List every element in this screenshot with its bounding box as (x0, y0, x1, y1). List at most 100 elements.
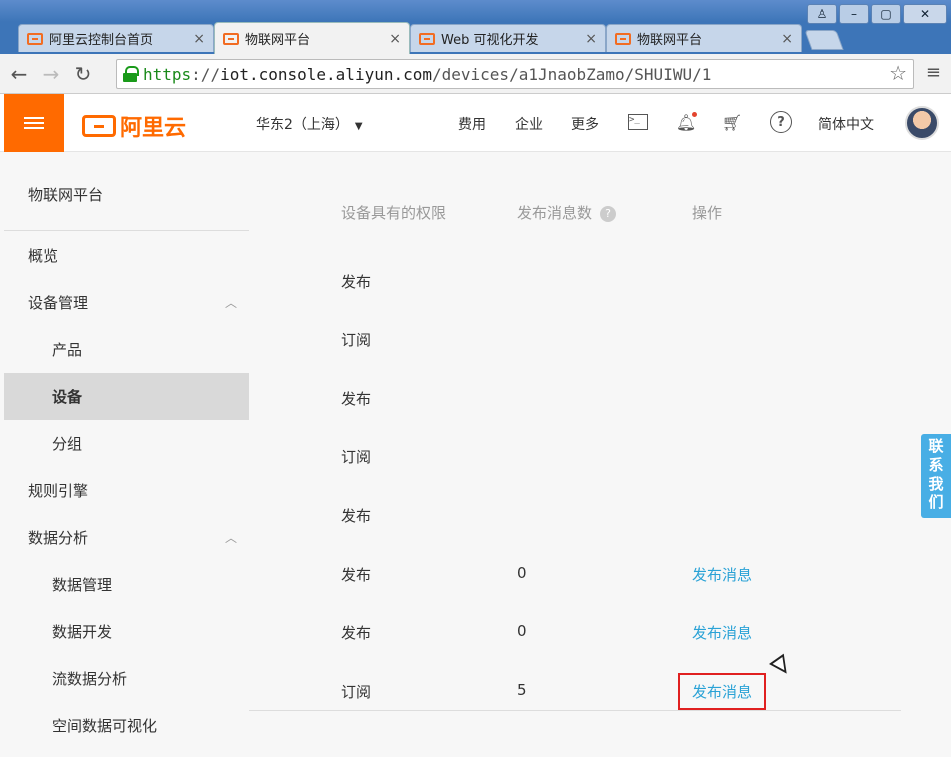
permission-cell: 订阅 (341, 683, 372, 701)
region-label: 华东2（上海） (256, 117, 349, 133)
permission-cell: 发布 (341, 566, 372, 584)
sidebar-item-rules-engine[interactable]: 规则引擎 (4, 467, 249, 514)
publish-count-cell: 0 (517, 622, 527, 640)
nav-billing[interactable]: 费用 (458, 114, 486, 134)
sidebar-item-spatial-visualization[interactable]: 空间数据可视化 (4, 702, 249, 749)
column-header-actions: 操作 (692, 204, 723, 222)
aliyun-favicon-icon (223, 32, 239, 45)
table-row: 发布 (249, 369, 901, 427)
minimize-button[interactable]: – (839, 4, 869, 24)
contact-char: 系 (928, 455, 944, 474)
sidebar-item-device-management[interactable]: 设备管理 ︿ (4, 279, 249, 326)
window-controls: ♙ – ▢ ✕ (807, 4, 947, 24)
permission-cell: 发布 (341, 624, 372, 642)
sidebar-item-label: 数据开发 (52, 623, 113, 641)
url-host: iot.console.aliyun.com (220, 64, 432, 84)
logo-text: 阿里云 (120, 116, 187, 141)
table-row: 订阅 (249, 427, 901, 485)
sidebar-item-data-management[interactable]: 数据管理 (4, 561, 249, 608)
permission-cell: 发布 (341, 507, 372, 525)
permission-cell: 订阅 (341, 331, 372, 349)
tab-close-icon[interactable]: × (585, 31, 597, 47)
publish-count-cell: 5 (517, 681, 527, 699)
tab-web-visual-dev[interactable]: Web 可视化开发 × (410, 24, 606, 52)
tab-iot-platform-2[interactable]: 物联网平台 × (606, 24, 802, 52)
sidebar-item-label: 分组 (52, 435, 83, 453)
sidebar-item-label: 产品 (52, 341, 83, 359)
close-window-button[interactable]: ✕ (903, 4, 947, 24)
cart-icon[interactable]: 🛒︎ (721, 111, 743, 133)
url-separator: :// (191, 64, 221, 84)
sidebar-item-products[interactable]: 产品 (4, 326, 249, 373)
tab-label: 阿里云控制台首页 (49, 33, 154, 48)
topic-permissions-table: 设备具有的权限 发布消息数? 操作 发布 订阅 发布 订阅 发布 发布 0 发布… (249, 152, 951, 757)
question-mark-icon[interactable]: ? (600, 206, 617, 222)
browser-toolbar: ← → ↻ https://iot.console.aliyun.com/dev… (0, 54, 951, 94)
table-bottom-border (249, 710, 901, 711)
caret-down-icon: ▼ (354, 121, 363, 132)
hamburger-line (24, 122, 44, 124)
tab-close-icon[interactable]: × (193, 31, 205, 47)
hamburger-menu-button[interactable] (4, 94, 64, 152)
help-icon[interactable]: ? (770, 111, 792, 133)
table-row: 订阅 (249, 310, 901, 368)
table-row: 订阅 5 发布消息 (249, 662, 901, 720)
aliyun-logo[interactable]: 阿里云 (82, 110, 186, 142)
sidebar-item-label: 流数据分析 (52, 670, 128, 688)
console-header: 阿里云 华东2（上海） ▼ 费用 企业 更多 >_ 🔔︎ 🛒︎ ? 简体中文 (0, 94, 951, 152)
tab-label: 物联网平台 (245, 33, 311, 48)
sidebar-item-devices[interactable]: 设备 (4, 373, 249, 420)
terminal-icon[interactable]: >_ (627, 111, 649, 133)
tab-close-icon[interactable]: × (389, 31, 401, 47)
permission-cell: 发布 (341, 273, 372, 291)
tab-close-icon[interactable]: × (781, 31, 793, 47)
sidebar-item-label: 空间数据可视化 (52, 717, 158, 735)
sidebar: 物联网平台 概览 设备管理 ︿ 产品 设备 分组 规则引擎 数据分析 ︿ 数据管理 … (4, 152, 249, 757)
url-path: /devices/a1JnaobZamo/SHUIWU/1 (432, 64, 712, 84)
tab-label: 物联网平台 (637, 33, 703, 48)
tab-iot-platform-active[interactable]: 物联网平台 × (214, 22, 410, 54)
maximize-button[interactable]: ▢ (871, 4, 901, 24)
sidebar-item-label: 设备 (52, 388, 83, 406)
contact-char: 联 (928, 437, 944, 455)
hamburger-line (24, 127, 44, 129)
sidebar-item-data-development[interactable]: 数据开发 (4, 608, 249, 655)
publish-message-link[interactable]: 发布消息 (692, 564, 752, 585)
chevron-up-icon: ︿ (224, 296, 237, 310)
url-scheme: https (143, 64, 192, 84)
hamburger-line (24, 117, 44, 119)
region-selector[interactable]: 华东2（上海） ▼ (256, 114, 363, 134)
tab-aliyun-console[interactable]: 阿里云控制台首页 × (18, 24, 214, 52)
address-bar[interactable]: https://iot.console.aliyun.com/devices/a… (116, 59, 914, 89)
back-arrow-icon[interactable]: ← (6, 61, 32, 87)
publish-message-link[interactable]: 发布消息 (692, 622, 752, 643)
sidebar-item-groups[interactable]: 分组 (4, 420, 249, 467)
table-row: 发布 (249, 486, 901, 544)
nav-enterprise[interactable]: 企业 (515, 114, 543, 134)
user-avatar[interactable] (905, 106, 939, 140)
sidebar-item-overview[interactable]: 概览 (4, 232, 249, 279)
bell-icon[interactable]: 🔔︎ (675, 111, 697, 133)
column-header-permission: 设备具有的权限 (341, 204, 447, 222)
publish-count-cell: 0 (517, 564, 527, 582)
browser-menu-icon[interactable]: ≡ (926, 62, 941, 83)
reload-icon[interactable]: ↻ (70, 61, 96, 87)
forward-arrow-icon[interactable]: → (38, 61, 64, 87)
column-header-publish-count: 发布消息数? (517, 202, 617, 223)
sidebar-title: 物联网平台 (28, 186, 104, 204)
sidebar-item-stream-analysis[interactable]: 流数据分析 (4, 655, 249, 702)
new-tab-button[interactable] (804, 30, 844, 50)
account-icon[interactable]: ♙ (807, 4, 837, 24)
permission-cell: 发布 (341, 390, 372, 408)
sidebar-item-data-analysis[interactable]: 数据分析 ︿ (4, 514, 249, 561)
bookmark-star-icon[interactable]: ☆ (889, 61, 907, 85)
contact-char: 我 (928, 474, 944, 493)
column-header-label: 发布消息数 (517, 204, 593, 222)
publish-message-link-highlighted[interactable]: 发布消息 (677, 673, 767, 710)
contact-us-button[interactable]: 联 系 我 们 (921, 434, 951, 518)
sidebar-item-label: 设备管理 (28, 294, 89, 312)
notification-dot (692, 112, 697, 117)
language-switch[interactable]: 简体中文 (818, 114, 874, 134)
nav-more[interactable]: 更多 (571, 114, 599, 134)
table-row: 发布 0 发布消息 (249, 545, 901, 603)
